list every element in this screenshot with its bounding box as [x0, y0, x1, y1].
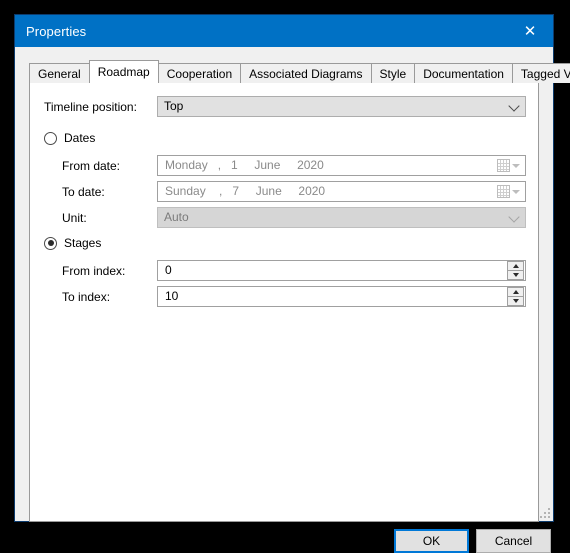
calendar-icon	[497, 159, 510, 172]
to-index-value: 10	[165, 289, 179, 303]
radio-indicator-stages	[44, 236, 57, 250]
cancel-button[interactable]: Cancel	[476, 529, 551, 553]
to-index-row: To index: 10	[62, 286, 526, 307]
timeline-position-combobox[interactable]: Top	[157, 96, 526, 117]
timeline-position-value: Top	[164, 99, 184, 113]
from-index-input[interactable]: 0	[157, 260, 526, 281]
calendar-icon	[497, 185, 510, 198]
resize-grip[interactable]	[538, 506, 550, 518]
tab-general[interactable]: General	[29, 63, 90, 83]
to-date-value: Sunday , 7 June 2020	[165, 184, 326, 198]
unit-value: Auto	[164, 210, 189, 224]
from-index-spinner[interactable]	[507, 261, 524, 280]
from-index-label: From index:	[62, 263, 126, 278]
timeline-position-label: Timeline position:	[44, 99, 137, 114]
spinner-down-button[interactable]	[507, 270, 524, 280]
calendar-dropdown-button[interactable]	[497, 159, 525, 172]
spinner-up-button[interactable]	[507, 287, 524, 297]
to-index-spinner[interactable]	[507, 287, 524, 306]
from-date-row: From date: Monday , 1 June 2020	[62, 155, 526, 176]
to-date-input[interactable]: Sunday , 7 June 2020	[157, 181, 526, 202]
chevron-down-icon	[503, 213, 525, 222]
from-date-value: Monday , 1 June 2020	[165, 158, 324, 172]
dates-radio-label: Dates	[64, 131, 96, 145]
tab-strip: General Roadmap Cooperation Associated D…	[29, 60, 570, 83]
chevron-down-icon	[512, 163, 520, 168]
from-index-value: 0	[165, 263, 172, 277]
unit-combobox[interactable]: Auto	[157, 207, 526, 228]
spinner-down-button[interactable]	[507, 296, 524, 306]
from-date-label: From date:	[62, 158, 121, 173]
window-title: Properties	[26, 23, 87, 39]
timeline-position-row: Timeline position: Top	[44, 96, 526, 117]
to-date-label: To date:	[62, 184, 105, 199]
properties-dialog: Properties ✕ General Roadmap Cooperation…	[14, 14, 570, 553]
close-button[interactable]: ✕	[507, 15, 553, 47]
ok-button[interactable]: OK	[394, 529, 469, 553]
tab-style[interactable]: Style	[370, 63, 416, 83]
tab-documentation[interactable]: Documentation	[414, 63, 513, 83]
from-date-input[interactable]: Monday , 1 June 2020	[157, 155, 526, 176]
spinner-up-button[interactable]	[507, 261, 524, 271]
to-index-input[interactable]: 10	[157, 286, 526, 307]
radio-indicator-dates	[44, 131, 57, 145]
unit-label: Unit:	[62, 210, 87, 225]
calendar-dropdown-button[interactable]	[497, 185, 525, 198]
chevron-down-icon	[512, 189, 520, 194]
dates-radio[interactable]: Dates	[44, 131, 95, 145]
title-bar: Properties ✕	[15, 15, 553, 47]
close-icon: ✕	[523, 21, 537, 40]
unit-row: Unit: Auto	[62, 207, 526, 228]
tab-cooperation[interactable]: Cooperation	[157, 63, 242, 83]
stages-radio[interactable]: Stages	[44, 236, 101, 250]
chevron-down-icon	[503, 102, 525, 111]
tab-tagged-values[interactable]: Tagged Values	[511, 63, 570, 83]
to-date-row: To date: Sunday , 7 June 2020	[62, 181, 526, 202]
to-index-label: To index:	[62, 289, 111, 304]
tab-roadmap[interactable]: Roadmap	[88, 60, 159, 83]
from-index-row: From index: 0	[62, 260, 526, 281]
dialog-body: General Roadmap Cooperation Associated D…	[15, 47, 570, 553]
stages-radio-label: Stages	[64, 236, 102, 250]
tab-associated-diagrams[interactable]: Associated Diagrams	[240, 63, 372, 83]
roadmap-tab-panel: Timeline position: Top Dates From date: …	[29, 82, 539, 522]
